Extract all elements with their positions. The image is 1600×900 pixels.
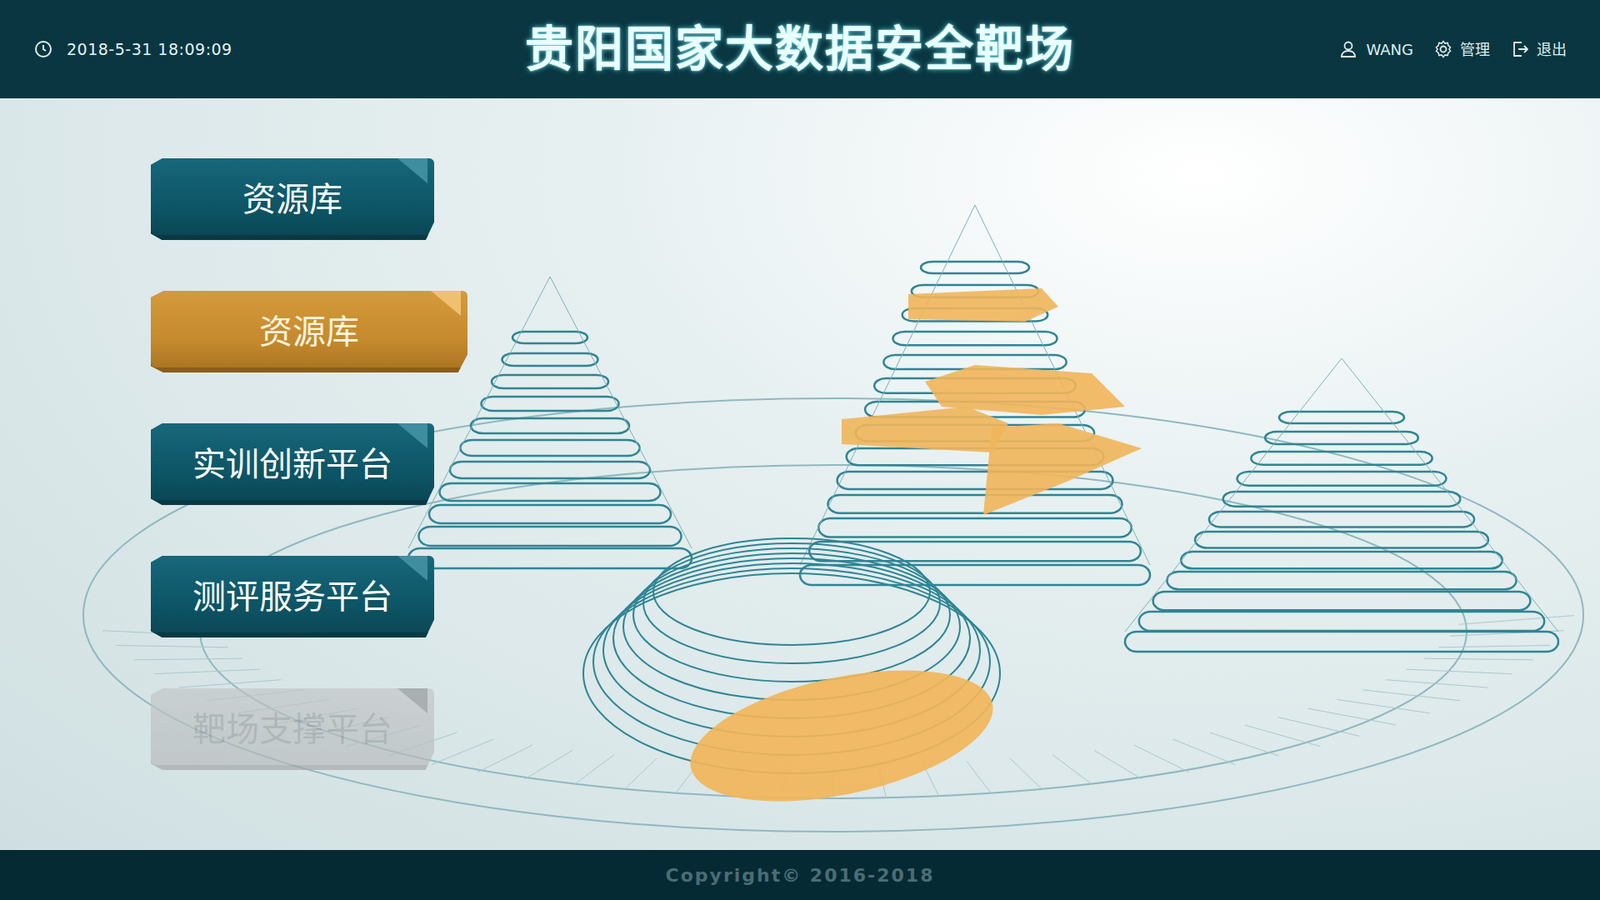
logout-label[interactable]: 退出 bbox=[1536, 38, 1567, 61]
menu-label[interactable]: 资源库 bbox=[259, 306, 360, 357]
logout-button[interactable]: 退出 bbox=[1510, 38, 1567, 61]
menu-button[interactable]: 测评服务平台 bbox=[150, 555, 435, 638]
gear-icon bbox=[1433, 39, 1454, 60]
main-menu: 资源库资源库实训创新平台测评服务平台靶场支撑平台 bbox=[0, 98, 1600, 770]
menu-button[interactable]: 实训创新平台 bbox=[150, 423, 435, 505]
footer: Copyright© 2016-2018 bbox=[0, 850, 1600, 900]
user-name[interactable]: WANG bbox=[1365, 38, 1414, 61]
admin-label[interactable]: 管理 bbox=[1460, 38, 1490, 61]
clock-area: 2018-5-31 18:09:09 bbox=[33, 37, 467, 62]
datetime: 2018-5-31 18:09:09 bbox=[66, 37, 233, 62]
menu-label: 靶场支撑平台 bbox=[192, 704, 393, 755]
menu-button[interactable]: 资源库 bbox=[150, 158, 435, 240]
top-bar: 2018-5-31 18:09:09 贵阳国家大数据安全靶场 WANG 管理 退… bbox=[0, 0, 1600, 99]
menu-button[interactable]: 资源库 bbox=[150, 290, 468, 373]
menu-label[interactable]: 实训创新平台 bbox=[192, 439, 393, 490]
admin-button[interactable]: 管理 bbox=[1433, 38, 1490, 61]
user-icon bbox=[1339, 39, 1360, 60]
menu-button: 靶场支撑平台 bbox=[150, 688, 435, 770]
menu-label[interactable]: 资源库 bbox=[242, 174, 343, 225]
logout-icon bbox=[1510, 39, 1530, 60]
main-stage: 资源库资源库实训创新平台测评服务平台靶场支撑平台 bbox=[0, 98, 1600, 850]
user-button[interactable]: WANG bbox=[1339, 38, 1414, 61]
clock-icon bbox=[33, 39, 54, 60]
site-title: 贵阳国家大数据安全靶场 bbox=[525, 13, 1075, 86]
menu-label[interactable]: 测评服务平台 bbox=[192, 571, 393, 622]
copyright: Copyright© 2016-2018 bbox=[665, 861, 935, 890]
